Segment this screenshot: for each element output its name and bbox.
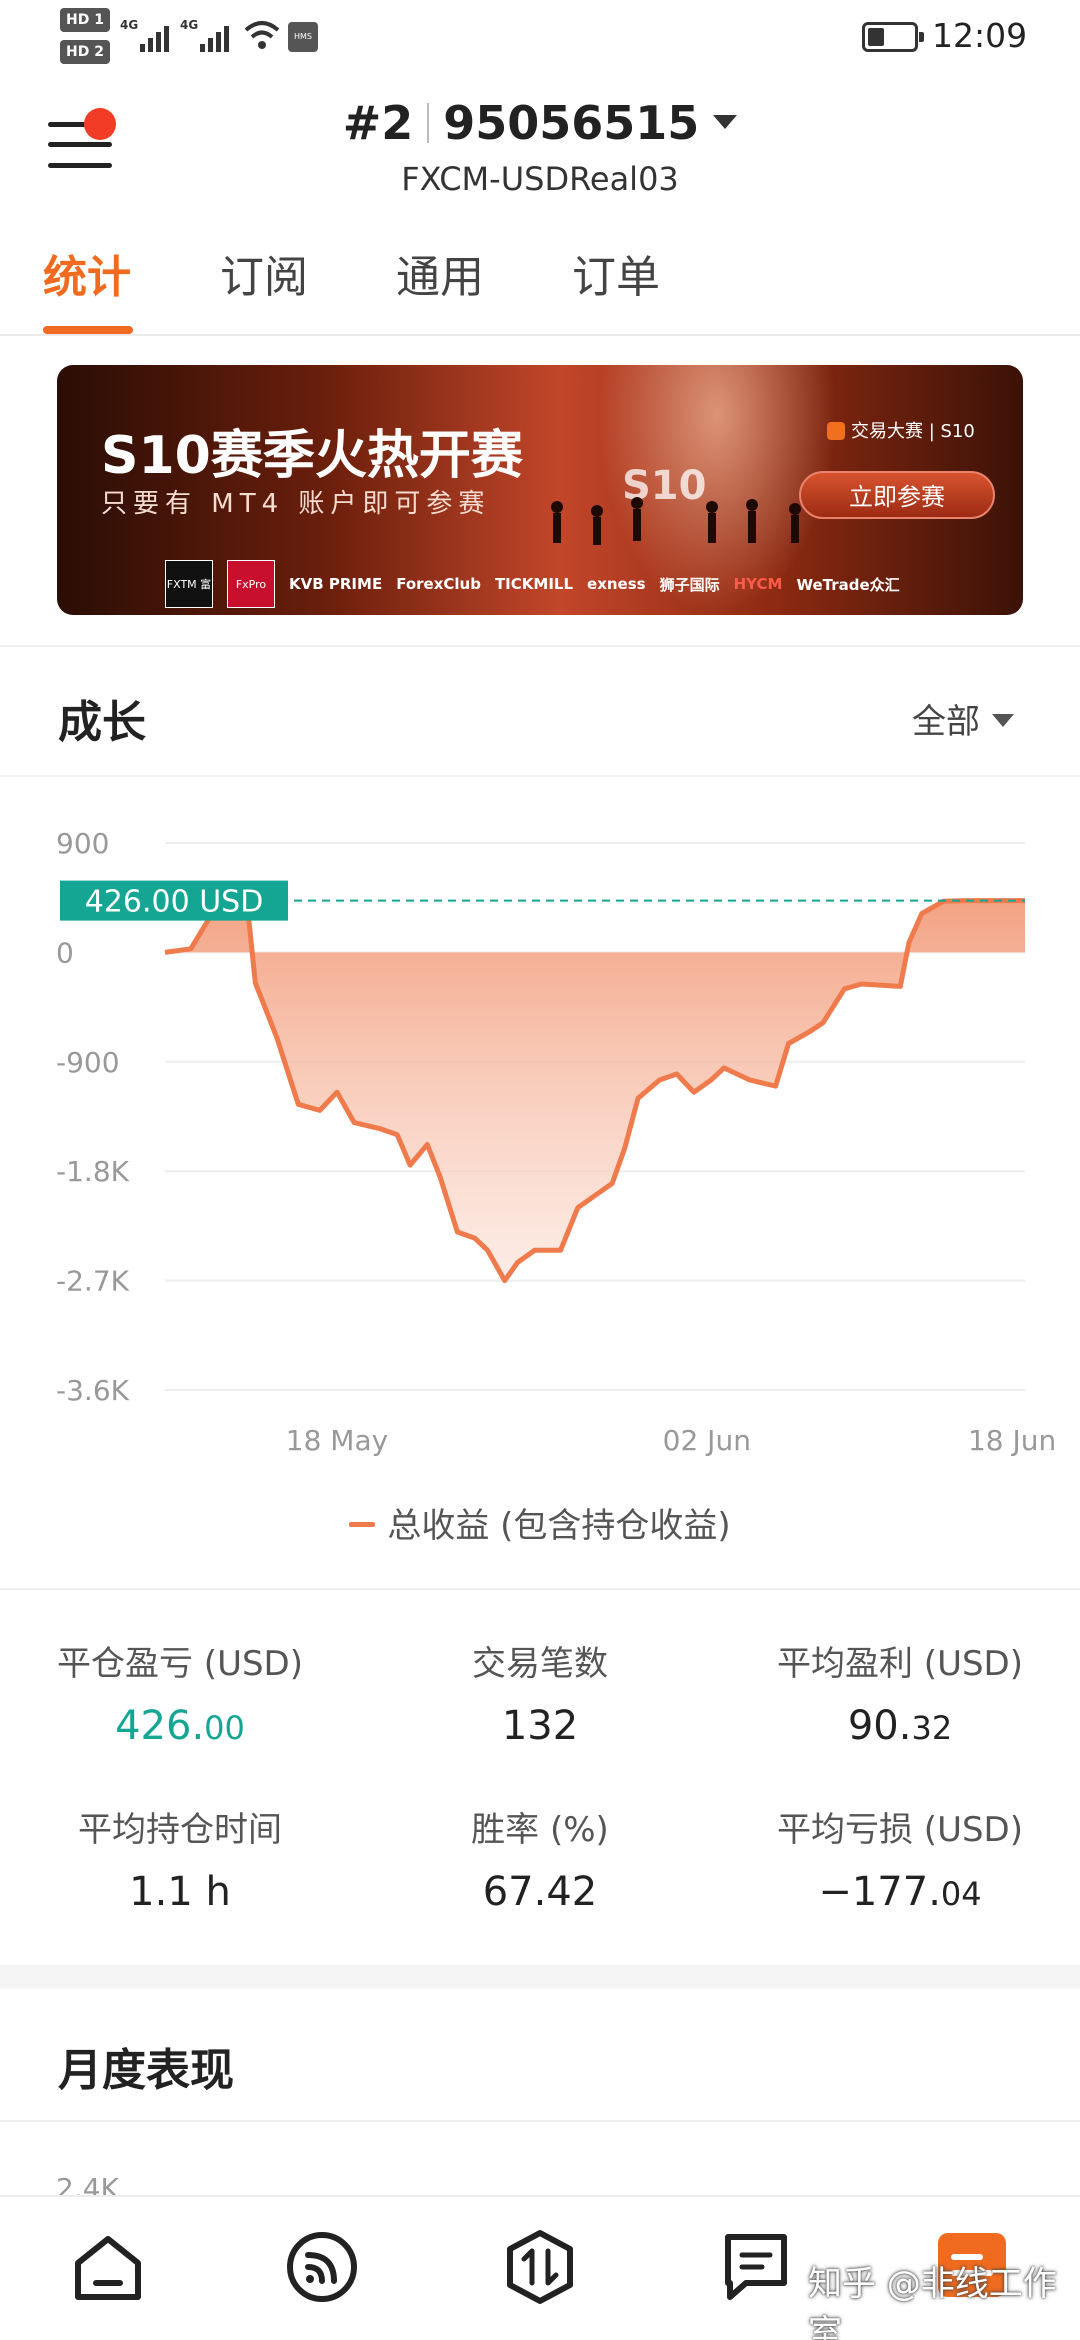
growth-chart: 900 0 -900 -1.8K -2.7K -3.6K 18 May 02 Jun 18 Ju… — [56, 827, 1056, 1457]
home-icon[interactable] — [68, 2227, 148, 2307]
tab-bar: 统计 订阅 通用 订单 — [0, 240, 1080, 336]
divider — [0, 1588, 1080, 1590]
signal-icon-2 — [200, 18, 229, 52]
monthly-title: 月度表现 — [58, 2045, 234, 2096]
active-tab-indicator — [43, 326, 133, 334]
divider — [0, 2120, 1080, 2122]
stat-value: 90.32 — [847, 1703, 953, 1749]
stat-value: 67.42 — [482, 1869, 598, 1915]
celebrating-people-image — [551, 497, 801, 545]
stat-value: 426.00 — [115, 1703, 245, 1749]
y-tick-label: -1.8K — [56, 1155, 130, 1188]
network-type-1: 4G — [120, 18, 139, 32]
banner-title: S10赛季火热开赛 — [101, 426, 523, 486]
section-divider — [0, 1965, 1080, 1989]
x-tick-label: 02 Jun — [663, 1424, 751, 1457]
tab-general[interactable]: 通用 — [396, 240, 484, 336]
stat-label: 胜率 (%) — [471, 1810, 609, 1850]
account-index: #2 — [342, 96, 414, 150]
y-tick-label: -3.6K — [56, 1374, 130, 1407]
chart-legend: 总收益 (包含持仓收益) — [0, 1498, 1080, 1547]
sponsor-logo: HYCM — [733, 575, 783, 593]
sponsor-logo: WeTrade众汇 — [796, 575, 900, 594]
stat-value: 132 — [501, 1703, 579, 1749]
account-number: 95056515 — [443, 96, 700, 150]
banner-brand: 交易大赛 | S10 — [827, 417, 975, 443]
growth-title: 成长 — [58, 697, 146, 748]
banner-subtitle: 只要有 MT4 账户即可参赛 — [101, 489, 491, 519]
stat-label: 平均持仓时间 — [78, 1810, 282, 1850]
stat-label: 平均盈利 (USD) — [777, 1644, 1023, 1684]
sponsor-logo: FXTM 富拓 — [165, 560, 213, 608]
signal-icon-1 — [140, 18, 169, 52]
range-selector[interactable]: 全部 — [912, 694, 1014, 743]
sponsor-logo: FxPro — [227, 560, 275, 608]
stat-label: 交易笔数 — [472, 1644, 608, 1684]
join-now-button[interactable]: 立即参赛 — [799, 471, 995, 519]
stat-avg-loss: 平均亏损 (USD) −177.04 — [720, 1802, 1080, 1915]
y-tick-label: -2.7K — [56, 1265, 130, 1298]
stat-avg-hold-time: 平均持仓时间 1.1 h — [0, 1802, 360, 1915]
tab-stats[interactable]: 统计 — [43, 240, 131, 336]
trade-icon[interactable] — [500, 2227, 580, 2307]
status-bar: HD 1 HD 2 4G 4G HMS 12:09 — [0, 0, 1080, 75]
account-selector[interactable]: #2 95056515 — [0, 96, 1080, 150]
wifi-icon — [244, 21, 280, 49]
promo-banner[interactable]: S10赛季火热开赛 只要有 MT4 账户即可参赛 交易大赛 | S10 S10 … — [57, 365, 1023, 615]
divider — [0, 645, 1080, 647]
x-tick-label: 18 May — [286, 1424, 388, 1457]
stat-value: 1.1 h — [129, 1869, 231, 1915]
caret-down-icon — [713, 115, 738, 129]
stat-closed-pnl: 平仓盈亏 (USD) 426.00 — [0, 1636, 360, 1749]
hms-icon: HMS — [288, 22, 318, 52]
x-tick-label: 18 Jun — [968, 1424, 1056, 1457]
y-tick-label: -900 — [56, 1046, 120, 1079]
stat-value: −177.04 — [818, 1869, 982, 1915]
sim1-badge: HD 1 — [60, 8, 110, 32]
divider — [0, 775, 1080, 777]
sim2-badge: HD 2 — [60, 40, 110, 64]
y-tick-label: 0 — [56, 936, 74, 969]
tab-orders[interactable]: 订单 — [572, 240, 660, 336]
caret-down-icon — [992, 714, 1014, 727]
sponsor-logos: FXTM 富拓 FxPro KVB PRIME ForexClub TICKMI… — [165, 560, 900, 608]
stat-win-rate: 胜率 (%) 67.42 — [360, 1802, 720, 1915]
watermark: 知乎 @非线工作室 — [808, 2264, 1057, 2340]
sponsor-logo: ForexClub — [396, 575, 481, 593]
stat-label: 平仓盈亏 (USD) — [57, 1644, 303, 1684]
battery-icon — [862, 22, 924, 52]
clock: 12:09 — [932, 16, 1028, 55]
stat-avg-profit: 平均盈利 (USD) 90.32 — [720, 1636, 1080, 1749]
sponsor-logo: KVB PRIME — [289, 575, 383, 593]
stat-label: 平均亏损 (USD) — [777, 1810, 1023, 1850]
message-icon[interactable] — [716, 2227, 796, 2307]
stat-trade-count: 交易笔数 132 — [360, 1636, 720, 1749]
tab-subscribe[interactable]: 订阅 — [220, 240, 308, 336]
legend-swatch — [349, 1522, 376, 1527]
sponsor-logo: TICKMILL — [494, 575, 574, 593]
y-tick-label: 900 — [56, 827, 109, 860]
sponsor-logo: 狮子国际 — [659, 575, 720, 594]
network-type-2: 4G — [180, 18, 199, 32]
sponsor-logo: exness — [587, 575, 646, 593]
current-value-label: 426.00 USD — [85, 885, 264, 920]
server-name: FXCM-USDReal03 — [401, 160, 679, 198]
signal-icon[interactable] — [282, 2227, 362, 2307]
